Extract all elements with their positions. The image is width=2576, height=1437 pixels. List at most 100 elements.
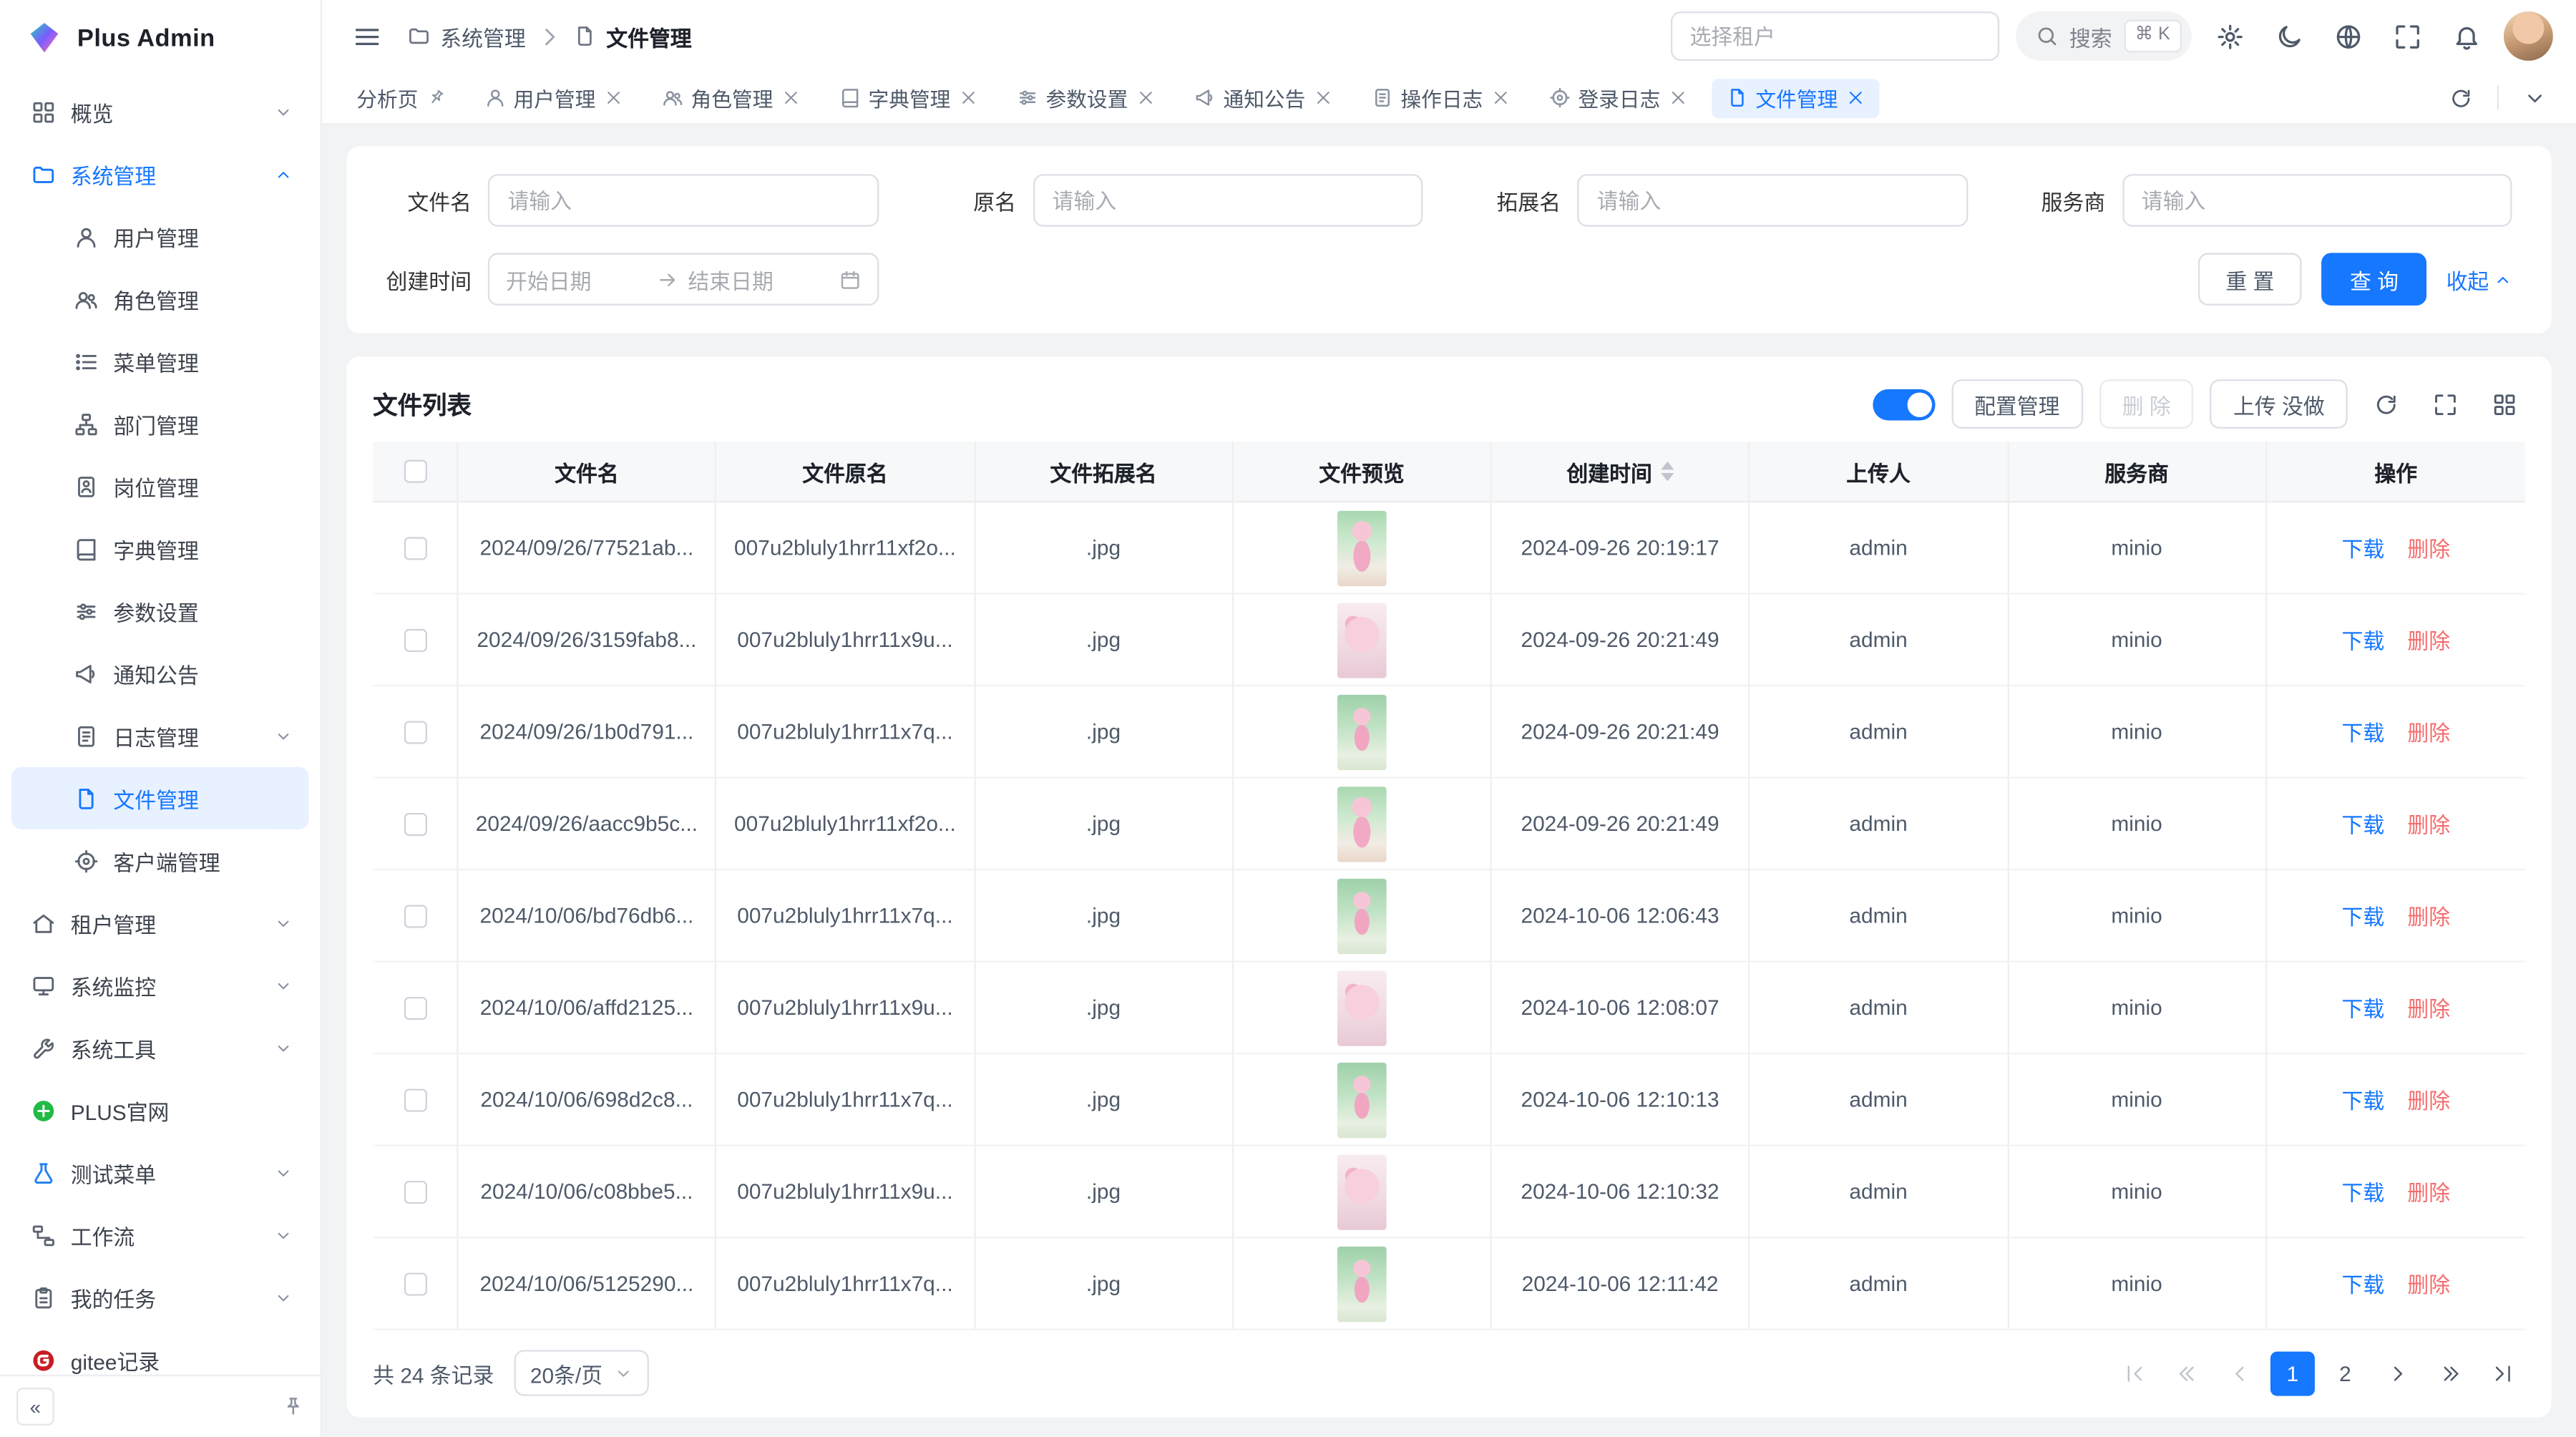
sidebar-item-gitee[interactable]: gitee记录 — [11, 1329, 309, 1375]
sidebar-item-overview[interactable]: 概览 — [11, 80, 309, 142]
sidebar-item-tenants[interactable]: 租户管理 — [11, 892, 309, 954]
first-page-button[interactable] — [2113, 1351, 2157, 1395]
download-link[interactable]: 下载 — [2342, 992, 2385, 1023]
page-size-select[interactable]: 20条/页 — [514, 1350, 648, 1395]
fullscreen-button[interactable] — [2386, 15, 2429, 58]
sidebar-item-logs[interactable]: 日志管理 — [11, 704, 309, 766]
tabs-refresh-button[interactable] — [2439, 77, 2482, 120]
tab-parameters[interactable]: 参数设置 — [1002, 78, 1169, 117]
file-preview-image[interactable] — [1337, 1154, 1387, 1229]
language-button[interactable] — [2326, 15, 2369, 58]
file-name-input[interactable] — [488, 174, 878, 226]
tab-close-icon[interactable] — [959, 89, 977, 107]
delete-link[interactable]: 删除 — [2407, 1176, 2450, 1207]
tab-close-icon[interactable] — [1314, 89, 1332, 107]
breadcrumb-item-files[interactable]: 文件管理 — [573, 21, 691, 52]
extension-input[interactable] — [1577, 174, 1967, 226]
delete-link[interactable]: 删除 — [2407, 532, 2450, 564]
sidebar-item-dictionaries[interactable]: 字典管理 — [11, 517, 309, 580]
sort-asc-icon[interactable] — [1660, 462, 1673, 469]
row-checkbox[interactable] — [404, 904, 426, 927]
file-preview-image[interactable] — [1337, 970, 1387, 1046]
reset-button[interactable]: 重 置 — [2197, 253, 2302, 305]
table-refresh-button[interactable] — [2364, 383, 2407, 426]
search-toggle-switch[interactable] — [1873, 389, 1935, 420]
notifications-button[interactable] — [2444, 15, 2487, 58]
query-button[interactable]: 查 询 — [2322, 253, 2426, 305]
row-checkbox[interactable] — [404, 720, 426, 743]
breadcrumb-item-system[interactable]: 系统管理 — [407, 21, 525, 52]
row-checkbox[interactable] — [404, 1180, 426, 1203]
dark-mode-button[interactable] — [2267, 15, 2310, 58]
tab-close-icon[interactable] — [1491, 89, 1509, 107]
date-range-input[interactable]: 开始日期 结束日期 — [488, 253, 878, 305]
row-checkbox[interactable] — [404, 1088, 426, 1111]
sidebar-item-test-menu[interactable]: 测试菜单 — [11, 1141, 309, 1204]
download-link[interactable]: 下载 — [2342, 1176, 2385, 1207]
select-all-checkbox[interactable] — [404, 460, 426, 483]
download-link[interactable]: 下载 — [2342, 1268, 2385, 1300]
delete-link[interactable]: 删除 — [2407, 808, 2450, 839]
row-checkbox[interactable] — [404, 1272, 426, 1295]
delete-link[interactable]: 删除 — [2407, 1084, 2450, 1116]
provider-input[interactable] — [2122, 174, 2512, 226]
tabs-dropdown-button[interactable] — [2514, 77, 2557, 120]
settings-button[interactable] — [2208, 15, 2251, 58]
delete-link[interactable]: 删除 — [2407, 1268, 2450, 1300]
tab-users[interactable]: 用户管理 — [469, 78, 637, 117]
tab-login-logs[interactable]: 登录日志 — [1533, 78, 1701, 117]
next-page-button[interactable] — [2376, 1351, 2420, 1395]
page-button-1[interactable]: 1 — [2270, 1351, 2315, 1395]
global-search-button[interactable]: 搜索 ⌘ K — [2015, 11, 2192, 61]
sort-desc-icon[interactable] — [1660, 473, 1673, 481]
sidebar-item-departments[interactable]: 部门管理 — [11, 392, 309, 454]
prev-page-button[interactable] — [2218, 1351, 2262, 1395]
config-management-button[interactable]: 配置管理 — [1951, 379, 2083, 429]
sidebar-item-roles[interactable]: 角色管理 — [11, 268, 309, 330]
sidebar-item-workflow[interactable]: 工作流 — [11, 1204, 309, 1266]
sidebar-item-tools[interactable]: 系统工具 — [11, 1017, 309, 1079]
delete-link[interactable]: 删除 — [2407, 716, 2450, 748]
row-checkbox[interactable] — [404, 812, 426, 835]
row-checkbox[interactable] — [404, 536, 426, 559]
file-preview-image[interactable] — [1337, 1062, 1387, 1138]
jump-forward-button[interactable] — [2428, 1351, 2472, 1395]
sidebar-item-clients[interactable]: 客户端管理 — [11, 829, 309, 892]
file-preview-image[interactable] — [1337, 786, 1387, 862]
download-link[interactable]: 下载 — [2342, 716, 2385, 748]
table-fullscreen-button[interactable] — [2423, 383, 2466, 426]
last-page-button[interactable] — [2481, 1351, 2525, 1395]
delete-link[interactable]: 删除 — [2407, 992, 2450, 1023]
download-link[interactable]: 下载 — [2342, 1084, 2385, 1116]
delete-link[interactable]: 删除 — [2407, 900, 2450, 932]
sidebar-item-files[interactable]: 文件管理 — [11, 767, 309, 829]
download-link[interactable]: 下载 — [2342, 532, 2385, 564]
file-preview-image[interactable] — [1337, 878, 1387, 954]
tab-close-icon[interactable] — [1846, 89, 1864, 107]
file-preview-image[interactable] — [1337, 1246, 1387, 1322]
sidebar-toggle-button[interactable] — [345, 15, 388, 58]
user-avatar[interactable] — [2504, 11, 2553, 61]
sidebar-item-posts[interactable]: 岗位管理 — [11, 455, 309, 517]
download-link[interactable]: 下载 — [2342, 624, 2385, 656]
sort-icons[interactable] — [1660, 462, 1673, 482]
tab-close-icon[interactable] — [1669, 89, 1687, 107]
column-settings-button[interactable] — [2482, 383, 2525, 426]
file-preview-image[interactable] — [1337, 602, 1387, 678]
sidebar-item-system[interactable]: 系统管理 — [11, 143, 309, 205]
tab-close-icon[interactable] — [781, 89, 799, 107]
sidebar-item-plus-site[interactable]: PLUS官网 — [11, 1079, 309, 1141]
tab-close-icon[interactable] — [1136, 89, 1154, 107]
sidebar-item-menus[interactable]: 菜单管理 — [11, 330, 309, 392]
upload-button[interactable]: 上传 没做 — [2210, 379, 2348, 429]
jump-back-button[interactable] — [2165, 1351, 2210, 1395]
sidebar-item-monitor[interactable]: 系统监控 — [11, 954, 309, 1016]
sidebar-item-notices[interactable]: 通知公告 — [11, 642, 309, 704]
tab-notices[interactable]: 通知公告 — [1179, 78, 1347, 117]
tab-operation-logs[interactable]: 操作日志 — [1356, 78, 1523, 117]
tenant-select-input[interactable] — [1670, 11, 1999, 61]
delete-link[interactable]: 删除 — [2407, 624, 2450, 656]
sidebar-collapse-button[interactable]: « — [16, 1388, 54, 1426]
page-button-2[interactable]: 2 — [2323, 1351, 2367, 1395]
row-checkbox[interactable] — [404, 996, 426, 1019]
